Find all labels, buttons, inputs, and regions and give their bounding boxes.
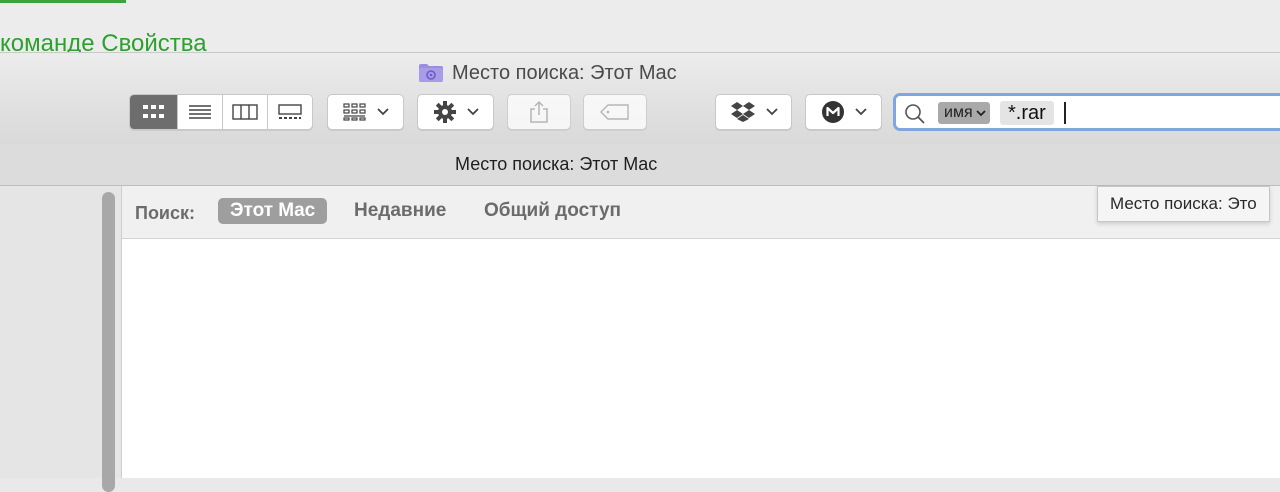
- group-by-icon: [342, 103, 366, 121]
- gallery-view-icon: [278, 104, 302, 119]
- icon-view-button[interactable]: [130, 95, 179, 129]
- chevron-down-icon: [466, 108, 479, 116]
- mega-icon: [821, 101, 844, 123]
- scope-this-mac[interactable]: Этот Mac: [218, 198, 328, 224]
- icon-view-icon: [142, 105, 164, 118]
- tooltip-text: Место поиска: Это: [1110, 194, 1257, 213]
- sidebar-scrollbar[interactable]: [102, 192, 115, 492]
- group-by-button[interactable]: [327, 94, 404, 130]
- share-button[interactable]: [507, 94, 571, 130]
- scope-shared[interactable]: Общий доступ: [472, 198, 633, 224]
- sidebar: [0, 186, 122, 492]
- share-icon: [530, 100, 548, 123]
- mega-button[interactable]: [805, 94, 882, 130]
- chevron-down-icon: [975, 109, 986, 116]
- search-token-kind-label: имя: [944, 104, 973, 121]
- search-icon: [905, 104, 925, 124]
- tooltip: Место поиска: Это: [1097, 186, 1270, 222]
- chevron-down-icon: [765, 108, 778, 116]
- window-title: Место поиска: Этот Mac: [418, 61, 677, 85]
- window-title-text: Место поиска: Этот Mac: [452, 61, 677, 84]
- results-area: [122, 239, 1280, 478]
- scope-recent[interactable]: Недавние: [342, 198, 458, 224]
- chevron-down-icon: [376, 108, 389, 116]
- path-bar: Место поиска: Этот Mac: [0, 144, 1280, 186]
- smart-folder-icon: [418, 63, 444, 83]
- search-token-kind[interactable]: имя: [938, 102, 990, 124]
- finder-window: Место поиска: Этот Mac имя *.rar Место п…: [0, 52, 1280, 492]
- view-mode-control: [129, 94, 313, 130]
- list-view-icon: [189, 105, 212, 119]
- gallery-view-button[interactable]: [268, 95, 313, 129]
- search-token-value[interactable]: *.rar: [1000, 101, 1054, 125]
- search-field[interactable]: имя *.rar: [893, 93, 1280, 131]
- background-window: команде Свойства: [0, 0, 1280, 60]
- tag-icon: [600, 104, 629, 120]
- chevron-down-icon: [854, 108, 867, 116]
- background-accent-line: [0, 0, 126, 3]
- column-view-button[interactable]: [223, 95, 268, 129]
- dropbox-icon: [730, 102, 755, 122]
- action-button[interactable]: [417, 94, 494, 130]
- tags-button[interactable]: [583, 94, 647, 130]
- dropbox-button[interactable]: [715, 94, 792, 130]
- text-cursor: [1064, 102, 1066, 124]
- list-view-button[interactable]: [178, 95, 223, 129]
- gear-icon: [433, 101, 456, 123]
- column-view-icon: [232, 104, 258, 120]
- scope-label: Поиск:: [135, 203, 196, 223]
- path-bar-text: Место поиска: Этот Mac: [455, 154, 658, 174]
- titlebar: Место поиска: Этот Mac имя *.rar: [0, 53, 1280, 145]
